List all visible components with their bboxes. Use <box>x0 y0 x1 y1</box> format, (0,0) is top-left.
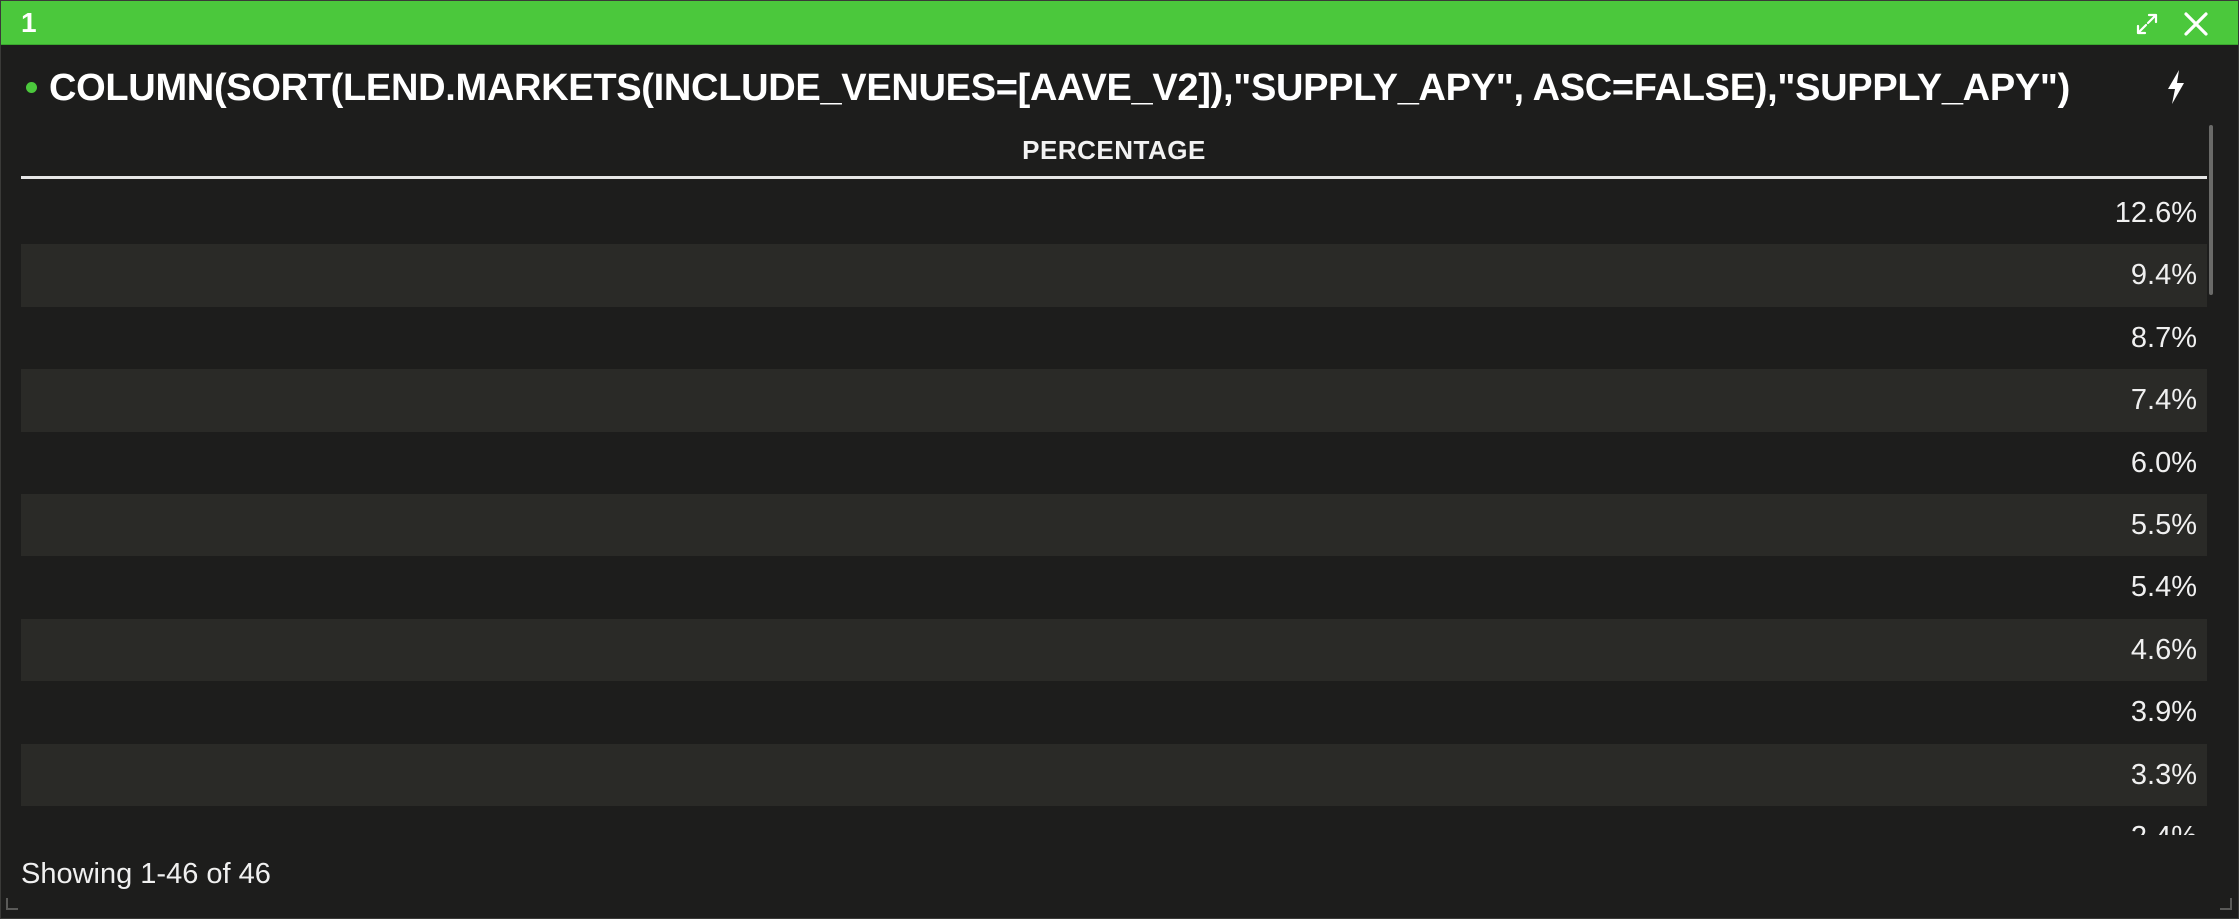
percentage-cell: 6.0% <box>2130 446 2197 479</box>
resize-handle-bottom-right[interactable] <box>2220 898 2232 910</box>
table-row[interactable]: 2.4% <box>21 806 2207 835</box>
table-body: 12.6% 9.4% 8.7% 7.4% 6.0% 5.5% 5.4% 4.6% 3.9% 3.3… <box>21 182 2207 835</box>
row-count-status: Showing 1-46 of 46 <box>21 858 271 890</box>
close-icon[interactable] <box>2181 9 2211 39</box>
percentage-cell: 8.7% <box>2130 321 2197 354</box>
table-row[interactable]: 3.3% <box>21 743 2207 806</box>
percentage-cell: 7.4% <box>2130 384 2197 417</box>
table-row[interactable]: 12.6% <box>21 182 2207 244</box>
status-dot <box>26 82 37 93</box>
table-row[interactable]: 4.6% <box>21 618 2207 682</box>
percentage-cell: 3.9% <box>2130 696 2197 729</box>
table-row[interactable]: 6.0% <box>21 432 2207 494</box>
percentage-cell: 5.5% <box>2130 508 2197 541</box>
percentage-cell: 2.4% <box>2131 806 2197 835</box>
table-row[interactable]: 8.7% <box>21 307 2207 369</box>
column-header[interactable]: PERCENTAGE <box>21 123 2207 179</box>
table-row[interactable]: 5.5% <box>21 493 2207 557</box>
table-row[interactable]: 9.4% <box>21 244 2207 307</box>
result-window: 1 COLUMN(SORT(LEND.MARKETS(INCLUDE_VENUE… <box>0 0 2239 919</box>
window-id: 1 <box>21 7 37 38</box>
percentage-cell: 4.6% <box>2130 633 2197 666</box>
vertical-scrollbar[interactable] <box>2209 125 2213 295</box>
formula-text[interactable]: COLUMN(SORT(LEND.MARKETS(INCLUDE_VENUES=… <box>49 63 2070 113</box>
expand-icon[interactable] <box>2132 9 2162 39</box>
table-row[interactable]: 3.9% <box>21 681 2207 743</box>
percentage-cell: 5.4% <box>2130 571 2197 604</box>
table-row[interactable]: 7.4% <box>21 369 2207 432</box>
table-row[interactable]: 5.4% <box>21 556 2207 618</box>
results-table: PERCENTAGE 12.6% 9.4% 8.7% 7.4% 6.0% 5.5% 5.4%… <box>21 123 2207 835</box>
resize-handle-bottom-left[interactable] <box>6 898 18 910</box>
column-header-label: PERCENTAGE <box>1022 135 1206 165</box>
percentage-cell: 12.6% <box>2114 197 2197 229</box>
title-bar[interactable]: 1 <box>1 1 2238 45</box>
percentage-cell: 3.3% <box>2130 758 2197 791</box>
formula-bar: COLUMN(SORT(LEND.MARKETS(INCLUDE_VENUES=… <box>1 57 2238 117</box>
lightning-bolt-icon[interactable] <box>2161 67 2191 107</box>
percentage-cell: 9.4% <box>2130 259 2197 292</box>
